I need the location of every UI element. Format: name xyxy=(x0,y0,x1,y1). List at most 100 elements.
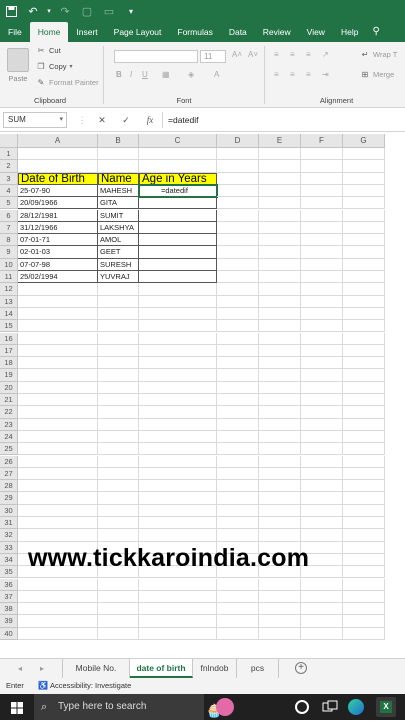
cell-c13[interactable] xyxy=(139,295,217,308)
cell-e29[interactable] xyxy=(259,492,301,505)
cell-f32[interactable] xyxy=(301,529,343,542)
tab-formulas[interactable]: Formulas xyxy=(169,22,220,42)
align-middle-icon[interactable]: ≡ xyxy=(290,50,295,59)
accessibility-status[interactable]: Accessibility: Investigate xyxy=(50,678,131,694)
sheet-tab-date-of-birth[interactable]: date of birth xyxy=(130,659,193,678)
task-view-icon[interactable] xyxy=(322,700,338,714)
sheet-tab-fnlndob[interactable]: fnlndob xyxy=(193,659,237,678)
cell-g35[interactable] xyxy=(343,566,385,579)
cell-c20[interactable] xyxy=(139,381,217,394)
cell-f2[interactable] xyxy=(301,160,343,173)
row-header-16[interactable]: 16 xyxy=(0,332,18,345)
undo-icon[interactable]: ↶ xyxy=(22,0,44,22)
cell-a12[interactable] xyxy=(18,283,98,296)
cell-d27[interactable] xyxy=(217,467,259,481)
search-highlight-icon[interactable] xyxy=(216,698,234,716)
cell-d28[interactable] xyxy=(217,480,259,493)
taskbar-search-box[interactable]: ⌕ Type here to search 🧁 xyxy=(34,694,222,720)
table-cell[interactable] xyxy=(139,271,217,284)
cell-a37[interactable] xyxy=(18,590,98,604)
row-header-36[interactable]: 36 xyxy=(0,578,18,591)
cell-e25[interactable] xyxy=(259,443,301,456)
row-header-5[interactable]: 5 xyxy=(0,197,18,210)
cell-b39[interactable] xyxy=(98,615,139,628)
cell-a21[interactable] xyxy=(18,394,98,407)
tab-data[interactable]: Data xyxy=(221,22,255,42)
cell-g19[interactable] xyxy=(343,369,385,382)
cell-d24[interactable] xyxy=(217,430,259,444)
cell-g30[interactable] xyxy=(343,504,385,517)
cell-c2[interactable] xyxy=(139,160,217,173)
cell-g13[interactable] xyxy=(343,295,385,308)
cell-g20[interactable] xyxy=(343,381,385,394)
column-header-e[interactable]: E xyxy=(259,134,301,148)
cell-b23[interactable] xyxy=(98,418,139,431)
table-cell[interactable]: MAHESH xyxy=(98,184,139,198)
cell-f23[interactable] xyxy=(301,418,343,431)
row-header-6[interactable]: 6 xyxy=(0,209,18,222)
cell-d3[interactable] xyxy=(217,172,259,185)
name-box[interactable]: SUM ▾ xyxy=(3,112,67,128)
row-header-32[interactable]: 32 xyxy=(0,529,18,542)
cell-e17[interactable] xyxy=(259,344,301,358)
cell-e27[interactable] xyxy=(259,467,301,481)
cell-e2[interactable] xyxy=(259,160,301,173)
row-header-29[interactable]: 29 xyxy=(0,492,18,505)
cell-f27[interactable] xyxy=(301,467,343,481)
cell-d5[interactable] xyxy=(217,197,259,210)
cell-d18[interactable] xyxy=(217,357,259,370)
cell-c31[interactable] xyxy=(139,517,217,530)
cell-g16[interactable] xyxy=(343,332,385,345)
cell-e36[interactable] xyxy=(259,578,301,591)
cell-d37[interactable] xyxy=(217,590,259,604)
cell-d12[interactable] xyxy=(217,283,259,296)
open-file-icon[interactable]: ▭ xyxy=(98,0,120,22)
table-cell[interactable]: YUVRAJ xyxy=(98,271,139,284)
cell-d16[interactable] xyxy=(217,332,259,345)
cell-g31[interactable] xyxy=(343,517,385,530)
cell-a29[interactable] xyxy=(18,492,98,505)
cell-b13[interactable] xyxy=(98,295,139,308)
font-color-icon[interactable]: A xyxy=(214,70,219,79)
cell-e32[interactable] xyxy=(259,529,301,542)
cell-c18[interactable] xyxy=(139,357,217,370)
cell-c1[interactable] xyxy=(139,148,217,161)
cell-d40[interactable] xyxy=(217,627,259,640)
save-icon[interactable] xyxy=(0,0,22,22)
cell-c32[interactable] xyxy=(139,529,217,542)
table-cell[interactable]: GEET xyxy=(98,246,139,259)
cell-g26[interactable] xyxy=(343,455,385,468)
cell-f36[interactable] xyxy=(301,578,343,591)
row-header-11[interactable]: 11 xyxy=(0,271,18,284)
cell-e26[interactable] xyxy=(259,455,301,468)
cell-g17[interactable] xyxy=(343,344,385,358)
cell-f8[interactable] xyxy=(301,234,343,247)
align-right-icon[interactable]: ≡ xyxy=(306,70,311,79)
cell-c36[interactable] xyxy=(139,578,217,591)
table-cell[interactable] xyxy=(139,246,217,259)
cell-g15[interactable] xyxy=(343,320,385,333)
orientation-icon[interactable]: ↗ xyxy=(322,50,329,59)
row-header-19[interactable]: 19 xyxy=(0,369,18,382)
cell-b26[interactable] xyxy=(98,455,139,468)
table-cell[interactable] xyxy=(139,258,217,271)
cell-a24[interactable] xyxy=(18,430,98,444)
cell-g11[interactable] xyxy=(343,271,385,284)
cell-f17[interactable] xyxy=(301,344,343,358)
tab-insert[interactable]: Insert xyxy=(68,22,105,42)
copy-button[interactable]: ❐ Copy ▾ xyxy=(36,62,72,71)
row-header-13[interactable]: 13 xyxy=(0,295,18,308)
increase-font-icon[interactable]: A˄ xyxy=(232,50,242,59)
cell-a30[interactable] xyxy=(18,504,98,517)
cell-g4[interactable] xyxy=(343,184,385,198)
cell-b21[interactable] xyxy=(98,394,139,407)
merge-button[interactable]: ⊞ Merge xyxy=(360,70,395,79)
cell-e31[interactable] xyxy=(259,517,301,530)
cell-f4[interactable] xyxy=(301,184,343,198)
paste-button[interactable]: Paste xyxy=(5,48,31,88)
row-header-31[interactable]: 31 xyxy=(0,517,18,530)
cell-g23[interactable] xyxy=(343,418,385,431)
new-file-icon[interactable]: ▢ xyxy=(76,0,98,22)
cell-a19[interactable] xyxy=(18,369,98,382)
cell-e20[interactable] xyxy=(259,381,301,394)
